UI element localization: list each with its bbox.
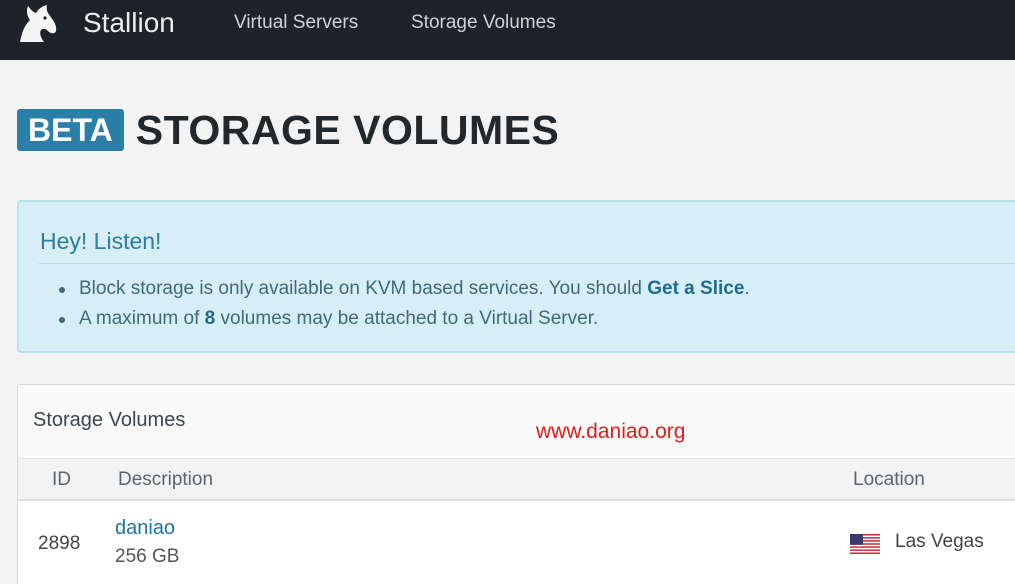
horse-head-icon[interactable] [14, 4, 60, 44]
info-alert: Hey! Listen! Block storage is only avail… [17, 200, 1015, 353]
volume-name-link[interactable]: daniao [115, 517, 175, 540]
alert-item-max-volumes: A maximum of 8 volumes may be attached t… [59, 304, 750, 334]
alert-item-max-pre: A maximum of [79, 308, 205, 329]
table-header: ID Description Location [18, 459, 1015, 501]
column-header-location[interactable]: Location [853, 469, 925, 491]
alert-item-kvm: Block storage is only available on KVM b… [59, 274, 750, 304]
alert-item-max-post: volumes may be attached to a Virtual Ser… [215, 308, 599, 329]
panel-heading: Storage Volumes www.daniao.org [18, 385, 1015, 459]
brand-name[interactable]: Stallion [83, 7, 175, 39]
top-navbar: Stallion Virtual Servers Storage Volumes [0, 0, 1015, 60]
volume-id: 2898 [38, 533, 81, 554]
alert-item-kvm-end: . [744, 278, 750, 299]
page-header: BETA STORAGE VOLUMES [17, 104, 559, 156]
alert-heading: Hey! Listen! [40, 228, 162, 254]
us-flag-icon [850, 534, 880, 554]
column-header-id[interactable]: ID [52, 469, 71, 491]
table-row: 2898 daniao 256 GB Las Vegas [18, 501, 1015, 584]
max-volumes-count: 8 [204, 308, 216, 329]
storage-volumes-panel: Storage Volumes www.daniao.org ID Descri… [17, 384, 1015, 584]
nav-storage-volumes[interactable]: Storage Volumes [411, 12, 556, 34]
alert-list: Block storage is only available on KVM b… [59, 274, 750, 334]
nav-virtual-servers[interactable]: Virtual Servers [234, 12, 358, 34]
alert-item-kvm-text: Block storage is only available on KVM b… [79, 278, 648, 299]
page-title: STORAGE VOLUMES [135, 106, 560, 153]
column-header-description[interactable]: Description [118, 469, 213, 491]
volume-location: Las Vegas [895, 531, 984, 552]
volume-size: 256 GB [115, 546, 180, 567]
alert-divider [39, 263, 1015, 264]
watermark-text: www.daniao.org [536, 420, 686, 443]
panel-title: Storage Volumes [33, 409, 186, 431]
get-a-slice-link[interactable]: Get a Slice [647, 278, 744, 299]
beta-badge: BETA [17, 109, 124, 151]
